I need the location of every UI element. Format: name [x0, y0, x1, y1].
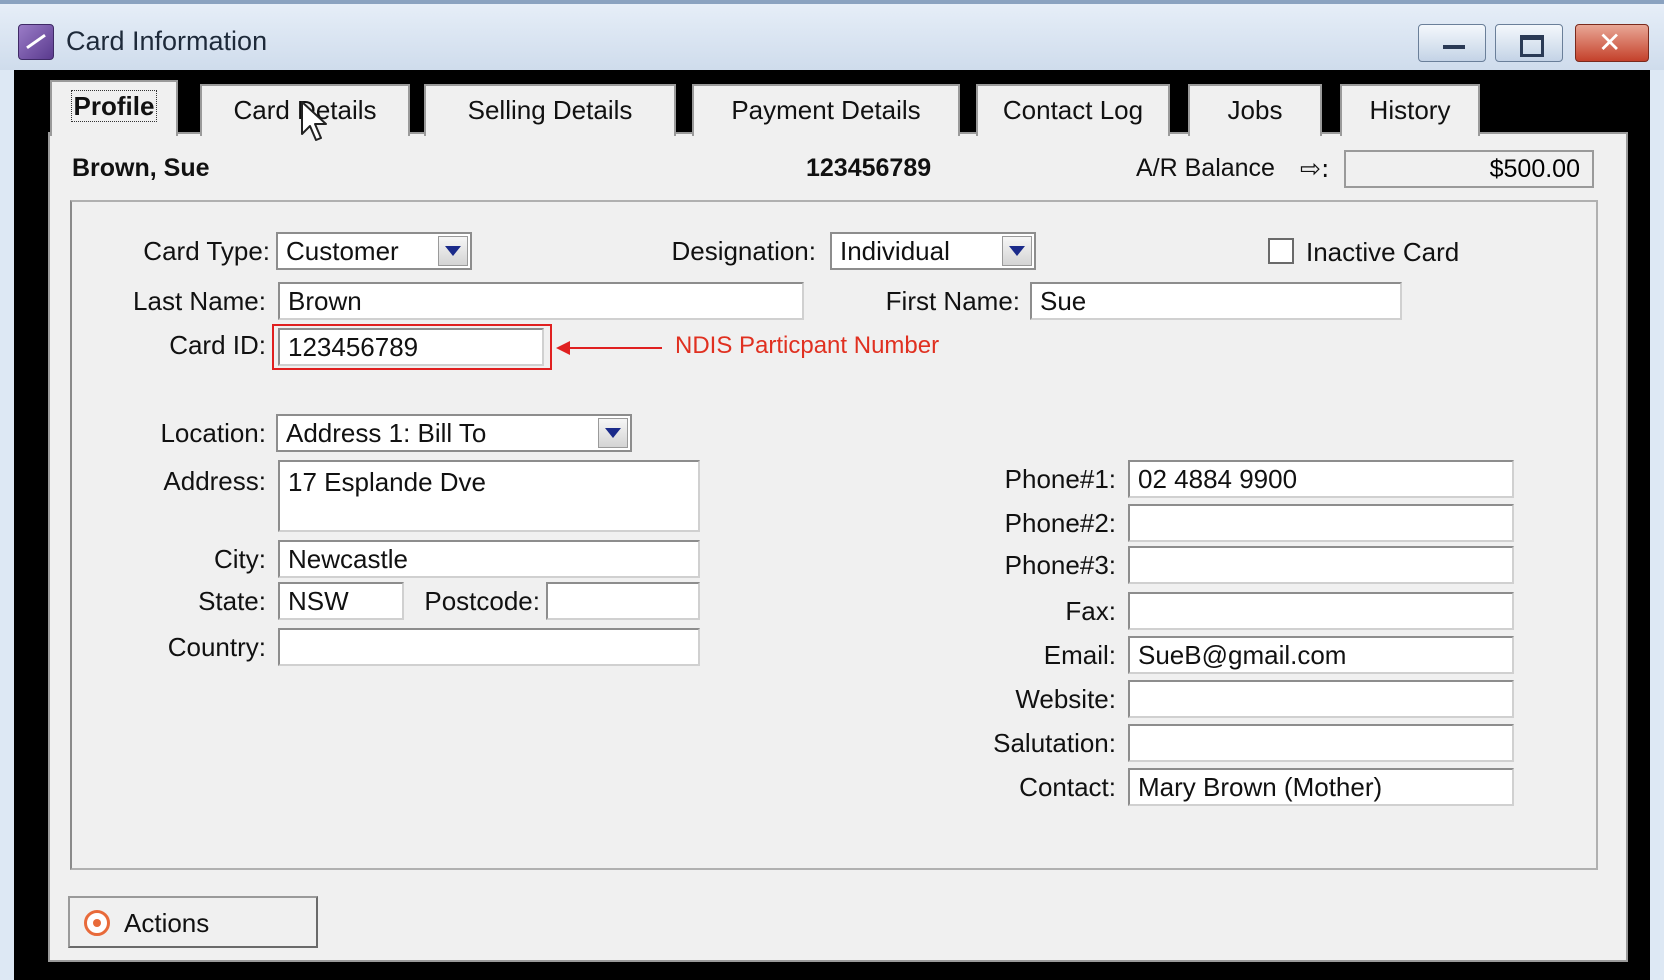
tab-label: Jobs — [1227, 95, 1283, 125]
salutation-field[interactable] — [1128, 724, 1514, 762]
chevron-down-icon[interactable] — [1002, 236, 1032, 266]
contact-label: Contact: — [1019, 772, 1116, 802]
card-type-select[interactable]: Customer — [276, 232, 472, 270]
minimize-button[interactable] — [1418, 24, 1486, 62]
email-label: Email: — [1043, 640, 1116, 670]
ar-balance-colon: : — [1320, 154, 1330, 183]
contact-field[interactable]: Mary Brown (Mother) — [1128, 768, 1514, 806]
website-field[interactable] — [1128, 680, 1514, 718]
card-id-highlight — [272, 324, 552, 370]
website-label: Website: — [1015, 684, 1116, 714]
inactive-card-label: Inactive Card — [1306, 237, 1460, 267]
chevron-down-icon[interactable] — [598, 418, 628, 448]
annotation-text: NDIS Particpant Number — [675, 332, 940, 359]
actions-button[interactable]: Actions — [68, 896, 318, 948]
tab-label: Selling Details — [467, 95, 633, 125]
phone2-label: Phone#2: — [1004, 508, 1116, 538]
last-name-label: Last Name: — [133, 286, 266, 316]
first-name-field[interactable]: Sue — [1030, 282, 1402, 320]
address-field[interactable]: 17 Esplande Dve — [278, 460, 700, 532]
minimize-icon — [1443, 45, 1465, 49]
tab-label: Contact Log — [1002, 95, 1144, 125]
address-label: Address: — [163, 466, 266, 496]
city-label: City: — [214, 544, 266, 574]
fax-field[interactable] — [1128, 592, 1514, 630]
phone1-field[interactable]: 02 4884 9900 — [1128, 460, 1514, 498]
target-icon — [84, 910, 110, 936]
designation-value: Individual — [840, 236, 950, 266]
card-type-value: Customer — [286, 236, 399, 266]
first-name-label: First Name: — [885, 286, 1020, 316]
arrow-right-icon: ⇨ — [1300, 154, 1321, 183]
location-label: Location: — [160, 418, 266, 448]
maximize-icon — [1520, 35, 1544, 57]
phone1-label: Phone#1: — [1004, 464, 1116, 494]
tab-label: Profile — [70, 90, 158, 122]
phone3-label: Phone#3: — [1004, 550, 1116, 580]
inactive-card-checkbox[interactable] — [1268, 238, 1294, 264]
card-id-label: Card ID: — [169, 330, 266, 360]
tab-jobs[interactable]: Jobs — [1188, 84, 1322, 136]
actions-label: Actions — [124, 908, 210, 938]
location-value: Address 1: Bill To — [286, 418, 487, 448]
ar-balance-link[interactable]: ⇨: — [1300, 154, 1329, 183]
phone2-field[interactable] — [1128, 504, 1514, 542]
tab-profile[interactable]: Profile — [50, 80, 178, 136]
country-field[interactable] — [278, 628, 700, 666]
postcode-field[interactable] — [546, 582, 700, 620]
card-name-heading: Brown, Sue — [72, 154, 210, 182]
tab-label: History — [1369, 95, 1451, 125]
postcode-label: Postcode: — [424, 586, 540, 616]
annotation-arrow-line — [564, 347, 662, 349]
tab-payment-details[interactable]: Payment Details — [692, 84, 960, 136]
tab-label: Payment Details — [731, 95, 921, 125]
tab-contact-log[interactable]: Contact Log — [976, 84, 1170, 136]
annotation-arrow-icon — [556, 341, 570, 355]
window-title: Card Information — [66, 26, 268, 56]
city-field[interactable]: Newcastle — [278, 540, 700, 578]
tab-selling-details[interactable]: Selling Details — [424, 84, 676, 136]
email-field[interactable]: SueB@gmail.com — [1128, 636, 1514, 674]
salutation-label: Salutation: — [993, 728, 1116, 758]
designation-label: Designation: — [671, 236, 816, 266]
ar-balance-value: $500.00 — [1344, 150, 1594, 188]
chevron-down-icon[interactable] — [438, 236, 468, 266]
card-id-heading: 123456789 — [806, 154, 932, 182]
last-name-field[interactable]: Brown — [278, 282, 804, 320]
state-label: State: — [198, 586, 266, 616]
card-type-label: Card Type: — [143, 236, 270, 266]
tab-history[interactable]: History — [1340, 84, 1480, 136]
phone3-field[interactable] — [1128, 546, 1514, 584]
card-app-icon — [18, 24, 54, 60]
close-button[interactable]: ✕ — [1575, 24, 1649, 62]
ar-balance-label: A/R Balance — [1136, 154, 1275, 182]
fax-label: Fax: — [1065, 596, 1116, 626]
mouse-cursor-icon — [301, 101, 327, 141]
close-icon: ✕ — [1598, 26, 1622, 59]
country-label: Country: — [167, 632, 266, 662]
designation-select[interactable]: Individual — [830, 232, 1036, 270]
maximize-button[interactable] — [1495, 24, 1563, 62]
state-field[interactable]: NSW — [278, 582, 404, 620]
location-select[interactable]: Address 1: Bill To — [276, 414, 632, 452]
